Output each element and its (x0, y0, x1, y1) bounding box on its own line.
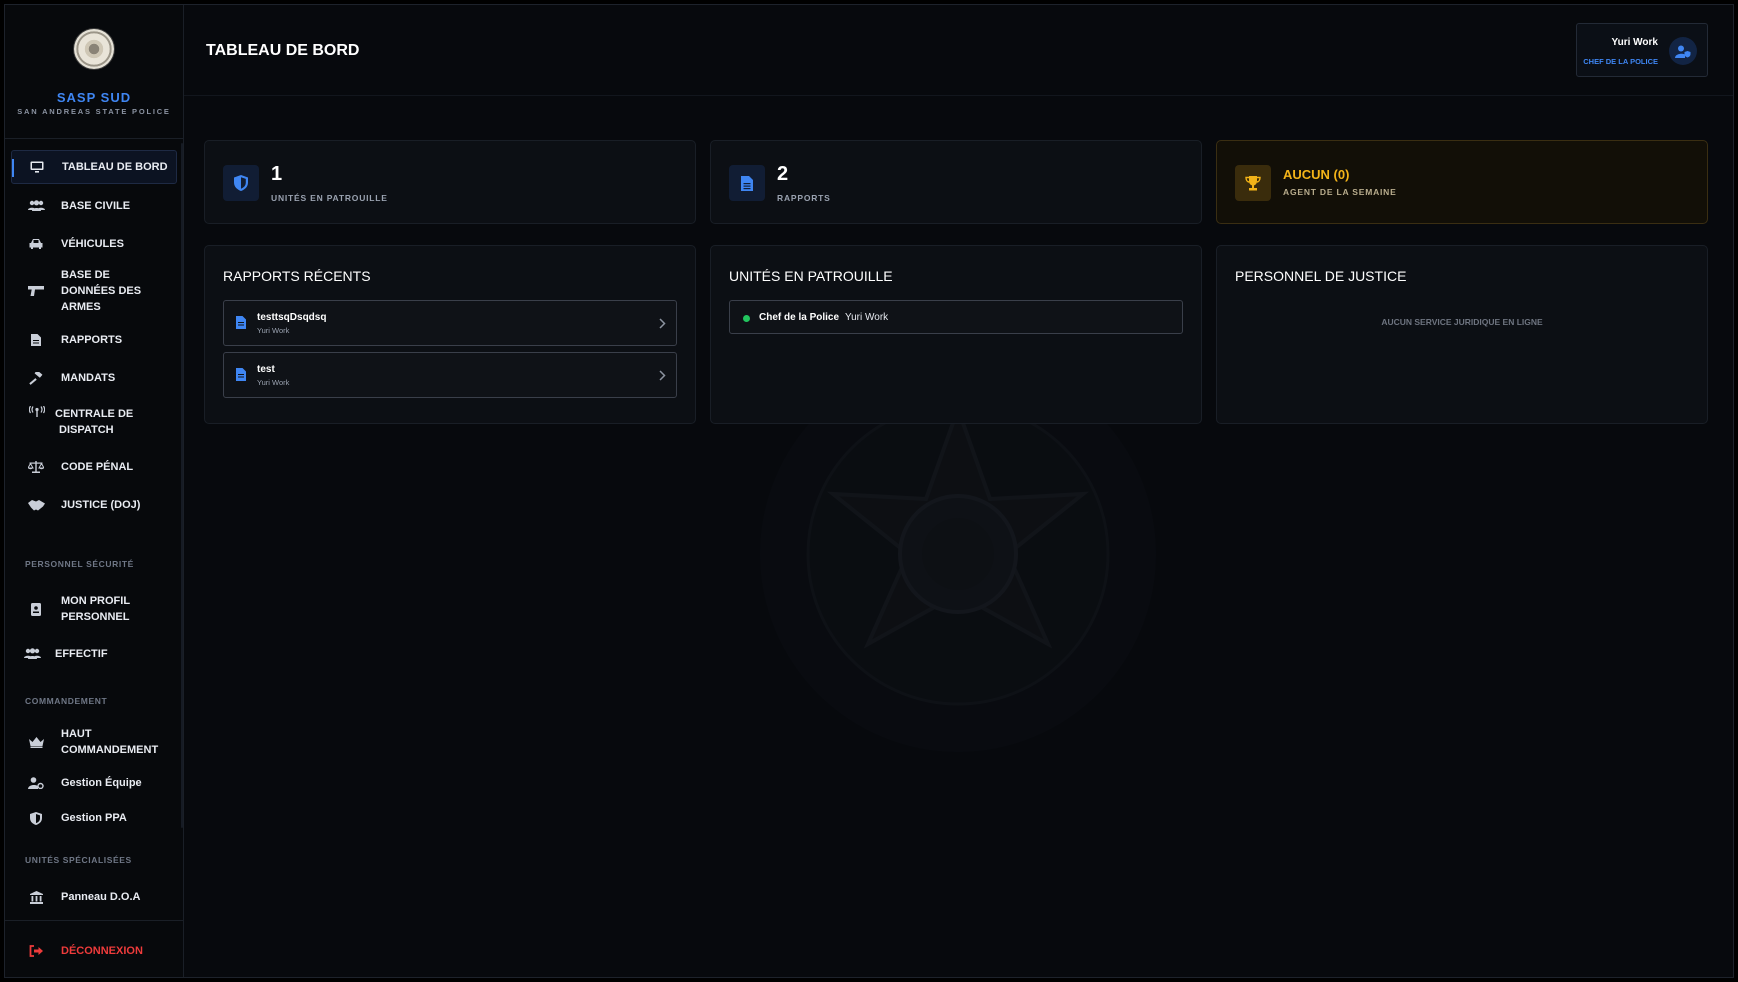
patrol-unit-item[interactable]: Chef de la Police Yuri Work (729, 300, 1183, 334)
main-content: TABLEAU DE BORD Yuri Work CHEF DE LA POL… (184, 5, 1733, 977)
sidebar-scrollbar[interactable] (181, 143, 183, 828)
brand-name: SASP SUD (56, 90, 132, 105)
sidebar-item-label: RAPPORTS (61, 334, 123, 346)
car-icon (27, 238, 45, 250)
section-personnel-securite: PERSONNEL SÉCURITÉ (25, 559, 134, 569)
sidebar-item-label: Gestion Équipe (61, 777, 142, 789)
sidebar-divider (5, 920, 184, 921)
page-title: TABLEAU DE BORD (206, 42, 360, 59)
chevron-right-icon (659, 316, 666, 334)
sidebar-item-gestion-ppa[interactable]: Gestion PPA (11, 805, 177, 831)
sidebar-item-mon-profil[interactable]: MON PROFIL PERSONNEL (11, 591, 177, 627)
sidebar-item-effectif[interactable]: EFFECTIF (11, 641, 177, 667)
section-unites-specialisees: UNITÉS SPÉCIALISÉES (25, 855, 132, 865)
sidebar-item-vehicules[interactable]: VÉHICULES (11, 231, 177, 257)
sidebar-item-label: CENTRALE DE DISPATCH (28, 405, 139, 438)
sidebar-item-dispatch[interactable]: CENTRALE DE DISPATCH (11, 404, 177, 440)
chevron-right-icon (659, 368, 666, 386)
sidebar-item-base-civile[interactable]: BASE CIVILE (11, 193, 177, 219)
stat-card-reports: 2 RAPPORTS (710, 140, 1202, 224)
shield-icon (27, 811, 45, 825)
online-status-dot (743, 315, 750, 322)
stat-card-patrol: 1 UNITÉS EN PATROUILLE (204, 140, 696, 224)
sidebar-item-label: MON PROFIL PERSONNEL (61, 595, 130, 623)
trophy-icon (1235, 165, 1271, 201)
sidebar-item-haut-commandement[interactable]: HAUT COMMANDEMENT (11, 724, 177, 760)
sidebar-item-label: Panneau D.O.A (61, 891, 141, 903)
gavel-icon (27, 371, 45, 385)
sidebar-item-label: JUSTICE (DOJ) (61, 499, 141, 511)
crown-icon (27, 736, 45, 748)
file-icon (729, 165, 765, 201)
building-icon (27, 890, 45, 904)
scale-icon (27, 461, 45, 473)
monitor-icon (28, 161, 46, 173)
sidebar-item-label: Gestion PPA (61, 812, 127, 824)
file-icon (27, 334, 45, 346)
user-gear-icon (27, 777, 45, 789)
recent-reports-panel: RAPPORTS RÉCENTS testtsqDsqdsq Yuri Work… (204, 245, 696, 424)
sign-out-icon (27, 945, 45, 957)
broadcast-tower-icon (28, 405, 55, 422)
sidebar-item-label: BASE DE DONNÉES DES ARMES (61, 269, 142, 313)
stat-card-agent-of-week: AUCUN (0) AGENT DE LA SEMAINE (1216, 140, 1708, 224)
brand-subtitle: SAN ANDREAS STATE POLICE (17, 107, 171, 116)
sidebar-item-label: EFFECTIF (55, 648, 108, 660)
agent-of-week-value: AUCUN (0) (1283, 167, 1350, 182)
app-window: SASP SUD SAN ANDREAS STATE POLICE TABLEA… (4, 4, 1734, 978)
sidebar-item-tableau-de-bord[interactable]: TABLEAU DE BORD (11, 150, 177, 184)
section-commandement: COMMANDEMENT (25, 696, 108, 706)
justice-personnel-panel: PERSONNEL DE JUSTICE AUCUN SERVICE JURID… (1216, 245, 1708, 424)
sidebar-item-mandats[interactable]: MANDATS (11, 365, 177, 391)
sidebar-item-label: HAUT COMMANDEMENT (61, 728, 159, 756)
sidebar-item-gestion-equipe[interactable]: Gestion Équipe (11, 770, 177, 796)
users-group-icon (23, 648, 41, 660)
recent-reports-title: RAPPORTS RÉCENTS (223, 268, 371, 284)
police-seal-logo (74, 29, 114, 69)
justice-empty-message: AUCUN SERVICE JURIDIQUE EN LIGNE (1381, 317, 1543, 327)
gun-icon (27, 285, 45, 297)
report-title: testtsqDsqdsq (257, 312, 327, 323)
sidebar-item-panneau-doa[interactable]: Panneau D.O.A (11, 884, 177, 910)
report-author: Yuri Work (257, 326, 290, 335)
patrol-units-title: UNITÉS EN PATROUILLE (729, 268, 893, 284)
users-icon (27, 200, 45, 212)
sidebar: SASP SUD SAN ANDREAS STATE POLICE TABLEA… (5, 5, 184, 977)
handshake-icon (27, 499, 45, 511)
unit-rank: Chef de la Police (759, 312, 840, 323)
file-icon (236, 368, 246, 386)
unit-name: Yuri Work (845, 312, 889, 323)
sidebar-item-base-armes[interactable]: BASE DE DONNÉES DES ARMES (11, 269, 177, 313)
reports-label: RAPPORTS (777, 193, 831, 203)
sidebar-item-label: VÉHICULES (61, 238, 124, 250)
patrol-label: UNITÉS EN PATROUILLE (271, 193, 388, 203)
sidebar-item-label: CODE PÉNAL (61, 461, 134, 473)
user-role: CHEF DE LA POLICE (1583, 57, 1658, 66)
patrol-count: 1 (271, 163, 283, 185)
patrol-units-panel: UNITÉS EN PATROUILLE Chef de la Police Y… (710, 245, 1202, 424)
report-author: Yuri Work (257, 378, 290, 387)
logout-button[interactable]: DÉCONNEXION (11, 938, 177, 964)
sidebar-item-label: TABLEAU DE BORD (62, 161, 168, 173)
agent-of-week-label: AGENT DE LA SEMAINE (1283, 187, 1397, 197)
user-name: Yuri Work (1611, 37, 1659, 48)
brand-header: SASP SUD SAN ANDREAS STATE POLICE (5, 5, 183, 139)
user-shield-icon (1669, 37, 1697, 65)
report-title: test (257, 364, 275, 375)
shield-icon (223, 165, 259, 201)
user-profile-box[interactable]: Yuri Work CHEF DE LA POLICE (1576, 23, 1708, 77)
sidebar-item-label: MANDATS (61, 372, 116, 384)
report-item[interactable]: testtsqDsqdsq Yuri Work (223, 300, 677, 346)
sidebar-item-label: BASE CIVILE (61, 200, 131, 212)
sidebar-item-justice[interactable]: JUSTICE (DOJ) (11, 492, 177, 518)
top-bar: TABLEAU DE BORD Yuri Work CHEF DE LA POL… (184, 5, 1733, 96)
justice-personnel-title: PERSONNEL DE JUSTICE (1235, 268, 1407, 284)
reports-count: 2 (777, 163, 789, 185)
file-icon (236, 316, 246, 334)
logout-label: DÉCONNEXION (61, 945, 143, 957)
sidebar-item-code-penal[interactable]: CODE PÉNAL (11, 454, 177, 480)
sidebar-item-rapports[interactable]: RAPPORTS (11, 327, 177, 353)
id-badge-icon (27, 602, 45, 616)
report-item[interactable]: test Yuri Work (223, 352, 677, 398)
